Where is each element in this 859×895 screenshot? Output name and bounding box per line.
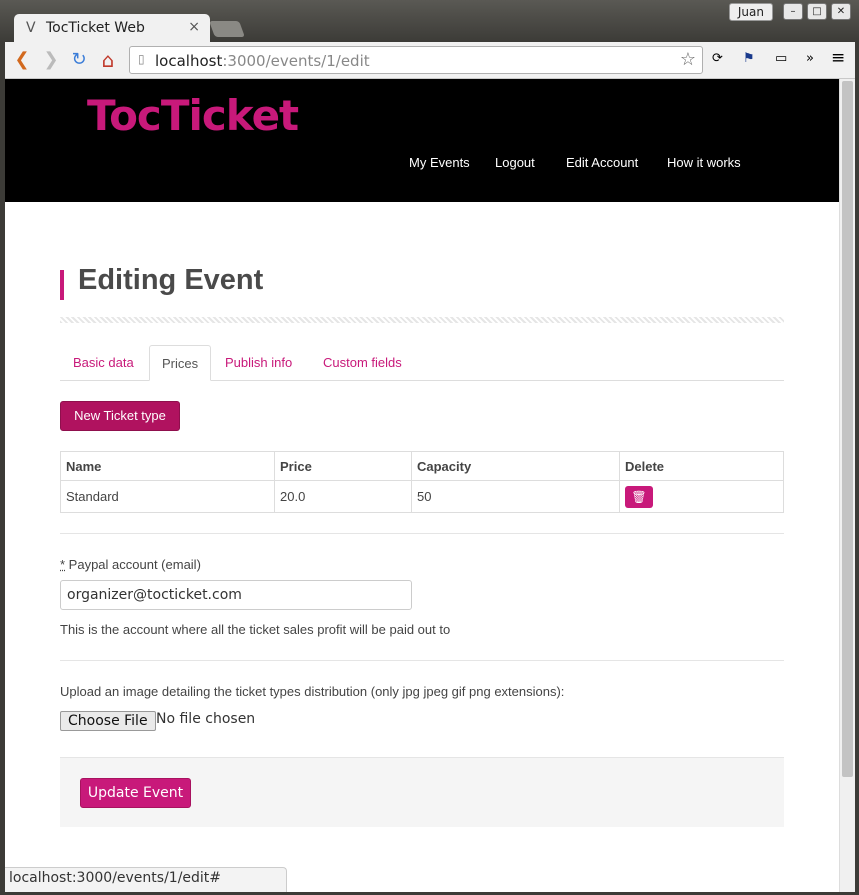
tab-prices[interactable]: Prices [149,345,212,381]
trash-icon[interactable]: 🗑 [625,485,653,508]
cell-name: Standard [60,480,275,513]
cell-delete: 🗑 [619,480,784,513]
table-header-row: Name Price Capacity Delete [60,451,784,481]
file-status-text: No file chosen [156,711,256,727]
heading-accent-bar [60,270,64,300]
tab-basic-data[interactable]: Basic data [61,345,146,381]
page-scrollbar[interactable] [839,79,855,892]
tab-close-icon[interactable]: × [188,19,200,35]
column-header-price: Price [274,451,412,481]
site-header: TocTicket My Events Logout Edit Account … [5,79,839,202]
tab-publish-info[interactable]: Publish info [213,345,304,381]
ruler-extension-icon[interactable]: ▭ [775,51,787,66]
tab-custom-fields[interactable]: Custom fields [311,345,414,381]
status-bar-url: localhost:3000/events/1/edit# [5,867,287,892]
choose-file-button[interactable]: Choose File [60,711,156,731]
new-tab-button[interactable] [209,21,245,37]
paypal-label: * Paypal account (email) [60,557,201,572]
brand-logo[interactable]: TocTicket [87,91,299,140]
address-url[interactable]: localhost:3000/events/1/edit [155,52,370,70]
bookmark-star-icon[interactable]: ☆ [680,49,696,70]
nav-edit-account[interactable]: Edit Account [566,155,638,170]
close-window-button[interactable]: ✕ [831,3,851,20]
back-icon[interactable]: ❮ [11,49,33,71]
upload-label: Upload an image detailing the ticket typ… [60,684,565,699]
tab-title: TocTicket Web [46,20,145,36]
sync-extension-icon[interactable]: ⟳ [712,51,723,66]
window-controls: Juan – □ ✕ [728,3,851,21]
menu-icon[interactable]: ≡ [831,48,845,68]
scrollbar-thumb[interactable] [842,81,853,777]
new-ticket-type-button[interactable]: New Ticket type [60,401,180,431]
more-extensions-icon[interactable]: » [806,51,814,66]
column-header-delete: Delete [619,451,784,481]
uk-flag-extension-icon[interactable]: ⚑ [743,51,755,66]
section-divider [60,660,784,661]
paypal-label-text: Paypal account (email) [65,557,201,572]
paypal-email-input[interactable] [60,580,412,610]
column-header-capacity: Capacity [411,451,620,481]
page-title: Editing Event [78,264,264,296]
update-event-button[interactable]: Update Event [80,778,191,808]
cell-capacity: 50 [411,480,620,513]
form-actions: Update Event [60,757,784,827]
browser-tab[interactable]: V TocTicket Web × [14,14,210,42]
section-divider [60,533,784,534]
home-icon[interactable]: ⌂ [97,49,119,71]
forward-icon[interactable]: ❯ [40,49,62,71]
ticket-types-table: Name Price Capacity Delete Standard 20.0… [60,451,784,513]
paypal-help-text: This is the account where all the ticket… [60,622,451,637]
cell-price: 20.0 [274,480,412,513]
nav-my-events[interactable]: My Events [409,155,470,170]
page-icon: ▯ [138,52,145,66]
nav-how-it-works[interactable]: How it works [667,155,741,170]
address-bar[interactable]: ▯ localhost:3000/events/1/edit ☆ [129,46,703,74]
tab-favicon-icon: V [26,20,36,36]
title-divider [60,317,784,323]
reload-icon[interactable]: ↻ [68,49,90,71]
window-titlebar: V TocTicket Web × Juan – □ ✕ [0,0,859,42]
maximize-button[interactable]: □ [807,3,827,20]
minimize-button[interactable]: – [783,3,803,20]
column-header-name: Name [60,451,275,481]
profile-button[interactable]: Juan [728,3,773,21]
nav-logout[interactable]: Logout [495,155,535,170]
page-viewport: TocTicket My Events Logout Edit Account … [5,79,839,892]
browser-toolbar: ❮ ❯ ↻ ⌂ ▯ localhost:3000/events/1/edit ☆… [5,42,855,79]
table-row: Standard 20.0 50 🗑 [60,480,784,513]
